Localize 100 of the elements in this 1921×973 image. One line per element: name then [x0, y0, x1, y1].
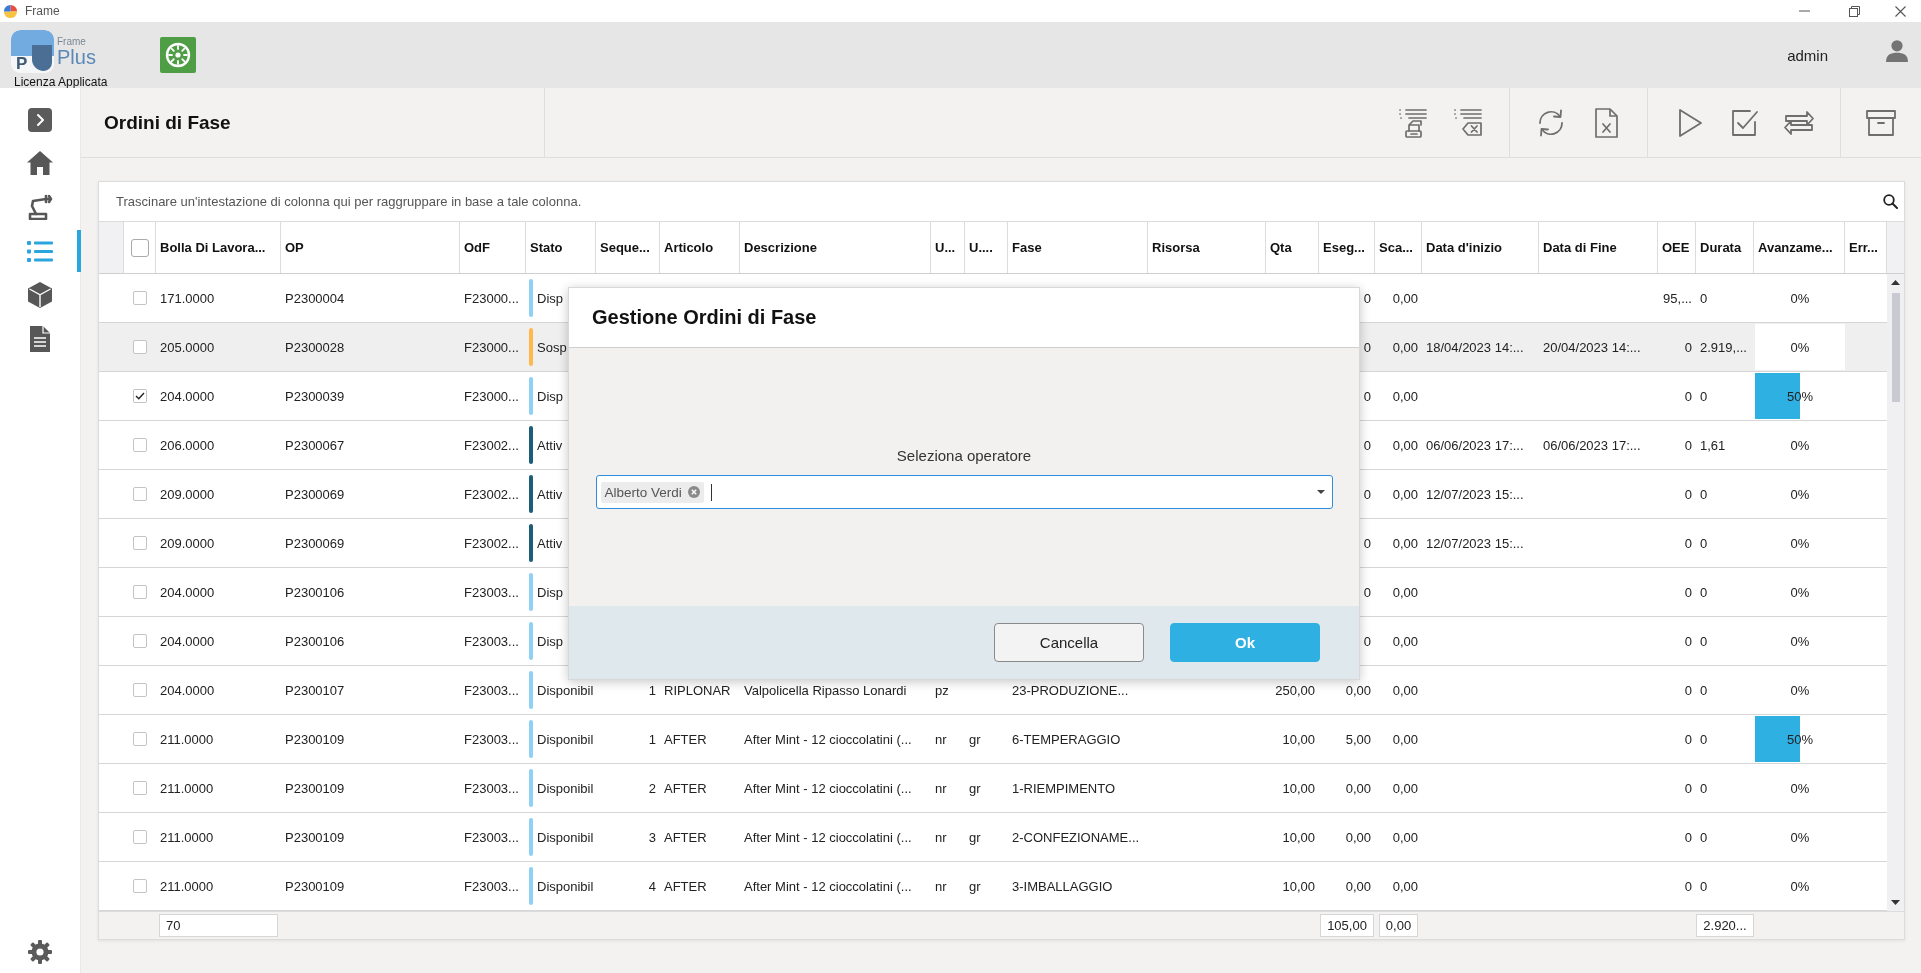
user-icon[interactable] [1886, 40, 1908, 62]
group-panel-hint: Trascinare un'intestazione di colonna qui per raggruppare in base a tale colonna. [116, 194, 582, 209]
table-cell: 209.0000 [160, 535, 215, 551]
list-icon[interactable] [27, 240, 53, 262]
column-header[interactable]: OEE [1658, 222, 1696, 273]
table-cell: 3 [648, 829, 656, 845]
progress-label: 0% [1789, 535, 1811, 551]
operator-tag[interactable]: Alberto Verdi [600, 481, 704, 503]
progress-label: 0% [1789, 633, 1811, 649]
column-header[interactable]: Descrizione [740, 222, 931, 273]
table-cell: AFTER [664, 731, 707, 747]
row-checkbox[interactable] [133, 683, 147, 697]
vertical-scrollbar[interactable] [1887, 274, 1904, 911]
table-cell: 0 [1700, 731, 1708, 747]
column-header[interactable]: Qta [1266, 222, 1319, 273]
column-header[interactable]: OP [281, 222, 460, 273]
table-cell: 0 [1684, 780, 1692, 796]
table-cell: 206.0000 [160, 437, 215, 453]
progress-label: 50% [1786, 388, 1814, 404]
row-checkbox[interactable] [133, 340, 147, 354]
scroll-down-icon[interactable] [1891, 900, 1900, 905]
row-checkbox[interactable] [133, 536, 147, 550]
column-header[interactable]: Risorsa [1148, 222, 1266, 273]
column-header[interactable]: Avanzame... [1754, 222, 1845, 273]
column-header[interactable]: Stato [526, 222, 596, 273]
settings-icon[interactable] [28, 940, 52, 964]
table-cell: 1-RIEMPIMENTO [1012, 780, 1116, 796]
table-cell: 0 [1363, 486, 1371, 502]
row-checkbox[interactable] [133, 879, 147, 893]
table-cell: 0,00 [1392, 829, 1418, 845]
wheel-icon[interactable] [160, 37, 196, 73]
column-header[interactable]: Seque... [596, 222, 660, 273]
table-row[interactable]: 211.0000 P2300109 F23003... Disponibil 2 AFTER After Mint - 12 cioccolatini (... nr gr 1-RIEMPIMENTO 10,00 0,00 0,00 0 0 0% [99, 764, 1887, 813]
summary-value: 2.920... [1696, 914, 1754, 937]
select-all-checkbox[interactable] [130, 238, 149, 257]
column-header[interactable]: Data di Fine [1539, 222, 1658, 273]
table-cell: P2300109 [285, 780, 345, 796]
expand-icon[interactable] [28, 108, 52, 132]
row-checkbox[interactable] [133, 389, 147, 403]
column-header[interactable]: Eseg... [1319, 222, 1375, 273]
table-cell: AFTER [664, 780, 707, 796]
table-cell: Attiv [537, 535, 563, 551]
column-header[interactable]: Articolo [660, 222, 740, 273]
table-cell: Disponibil [537, 829, 594, 845]
scrollbar-thumb[interactable] [1891, 293, 1900, 402]
table-cell: gr [969, 780, 981, 796]
list-stamp-icon[interactable] [1397, 106, 1429, 139]
row-checkbox[interactable] [133, 634, 147, 648]
column-header[interactable]: U.... [965, 222, 1008, 273]
table-cell: 0 [1684, 731, 1692, 747]
column-header[interactable]: Data d'inizio [1422, 222, 1539, 273]
row-checkbox[interactable] [133, 438, 147, 452]
column-header[interactable]: Fase [1008, 222, 1148, 273]
table-cell: 0 [1684, 437, 1692, 453]
table-row[interactable]: 211.0000 P2300109 F23003... Disponibil 3 AFTER After Mint - 12 cioccolatini (... nr gr 2-CONFEZIONAME... 10,00 0,00 0,00 0 0 0% [99, 813, 1887, 862]
close-icon[interactable] [1895, 5, 1906, 17]
remove-icon[interactable] [687, 486, 700, 498]
summary-value: 105,00 [1320, 914, 1374, 937]
row-checkbox[interactable] [133, 291, 147, 305]
restore-icon[interactable] [1849, 5, 1860, 17]
column-header[interactable]: OdF [460, 222, 526, 273]
table-cell: 3-IMBALLAGGIO [1012, 878, 1113, 894]
table-cell: 0 [1684, 682, 1692, 698]
cube-icon[interactable] [28, 282, 52, 308]
column-header[interactable]: U... [931, 222, 965, 273]
table-cell: 209.0000 [160, 486, 215, 502]
row-checkbox[interactable] [133, 830, 147, 844]
table-row[interactable]: 211.0000 P2300109 F23003... Disponibil 4 AFTER After Mint - 12 cioccolatini (... nr gr 3-IMBALLAGGIO 10,00 0,00 0,00 0 0 0% [99, 862, 1887, 911]
table-cell: 0,00 [1392, 535, 1418, 551]
table-cell: 0,00 [1392, 437, 1418, 453]
search-icon[interactable] [1883, 194, 1898, 209]
table-cell: 0 [1363, 290, 1371, 306]
table-row[interactable]: 211.0000 P2300109 F23003... Disponibil 1 AFTER After Mint - 12 cioccolatini (... nr gr 6-TEMPERAGGIO 10,00 5,00 0,00 0 0 50% [99, 715, 1887, 764]
row-checkbox[interactable] [133, 781, 147, 795]
column-header[interactable]: Sca... [1375, 222, 1422, 273]
table-cell: 0,00 [1392, 584, 1418, 600]
table-cell: 06/06/2023 17:... [1426, 437, 1524, 453]
table-cell: F23002... [464, 437, 519, 453]
home-icon[interactable] [26, 150, 54, 176]
robot-arm-icon[interactable] [27, 194, 53, 220]
row-checkbox[interactable] [133, 585, 147, 599]
row-checkbox[interactable] [133, 487, 147, 501]
cancel-button[interactable]: Cancella [994, 623, 1144, 662]
table-cell: Disponibil [537, 682, 594, 698]
user-name: admin [1787, 46, 1828, 64]
document-icon[interactable] [30, 326, 50, 352]
scroll-up-icon[interactable] [1891, 280, 1900, 285]
column-header[interactable]: Bolla Di Lavora... [156, 222, 281, 273]
table-cell: 0 [1700, 682, 1708, 698]
table-cell: 1 [648, 682, 656, 698]
text-cursor-icon [710, 483, 712, 501]
list-delete-icon[interactable] [1452, 106, 1484, 139]
dialog-title: Gestione Ordini di Fase [592, 306, 817, 329]
table-cell: 204.0000 [160, 388, 215, 404]
column-header[interactable]: Durata [1696, 222, 1754, 273]
table-cell: nr [935, 731, 947, 747]
row-checkbox[interactable] [133, 732, 147, 746]
table-cell: P2300109 [285, 731, 345, 747]
caret-icon[interactable] [1316, 490, 1325, 494]
operator-select[interactable]: Alberto Verdi [595, 475, 1333, 509]
